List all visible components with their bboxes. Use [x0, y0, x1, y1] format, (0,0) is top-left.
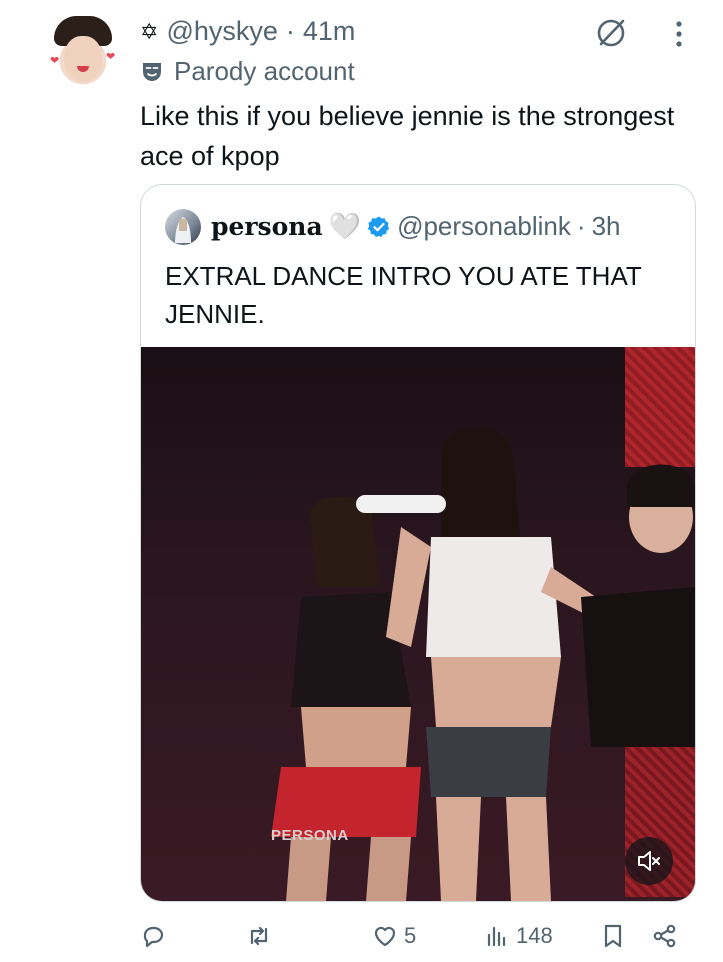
- parody-label: Parody account: [140, 56, 355, 87]
- mask-icon: [143, 62, 161, 81]
- quoted-author-name[interactable]: persona: [211, 212, 323, 241]
- quoted-time[interactable]: 3h: [592, 211, 621, 242]
- quoted-tweet[interactable]: persona 🤍 @personablink · 3h EXTRAL DANC…: [140, 184, 696, 902]
- star-symbol: ✡: [140, 18, 159, 44]
- quoted-tweet-text: EXTRAL DANCE INTRO YOU ATE THAT JENNIE.: [165, 261, 642, 329]
- grok-icon[interactable]: [594, 16, 628, 50]
- white-heart-emoji: 🤍: [328, 211, 362, 241]
- tweet-text: Like this if you believe jennie is the s…: [140, 101, 675, 171]
- heart-icon: [374, 926, 396, 947]
- views-icon: [487, 926, 506, 947]
- share-button[interactable]: [652, 916, 678, 956]
- like-button[interactable]: 5: [372, 916, 416, 956]
- author-handle[interactable]: @hyskye: [166, 16, 277, 47]
- quoted-separator: ·: [576, 211, 586, 241]
- video-watermark: PERSONA: [271, 827, 349, 844]
- view-count: 148: [516, 923, 553, 948]
- quoted-video[interactable]: PERSONA: [141, 347, 695, 901]
- reply-button[interactable]: [140, 916, 166, 956]
- like-count: 5: [404, 923, 417, 948]
- performers-image: [271, 427, 695, 901]
- quoted-header: persona 🤍 @personablink · 3h: [211, 211, 620, 242]
- quoted-author-handle[interactable]: @personablink: [397, 211, 571, 242]
- repost-button[interactable]: [246, 916, 272, 956]
- separator: ·: [285, 16, 295, 46]
- more-options-icon[interactable]: [668, 14, 690, 54]
- bookmark-button[interactable]: [600, 916, 626, 956]
- reply-icon: [143, 926, 164, 948]
- mute-icon: [638, 851, 660, 871]
- verified-badge-icon: [367, 216, 390, 237]
- tweet-actions: 5 148: [140, 916, 696, 956]
- repost-icon: [250, 926, 268, 946]
- author-avatar[interactable]: ❤ ❤: [44, 14, 122, 92]
- quoted-author-avatar[interactable]: [165, 209, 201, 245]
- tweet-header: ✡ @hyskye · 41m: [140, 16, 355, 47]
- parody-label-text: Parody account: [174, 56, 355, 86]
- tweet-time[interactable]: 41m: [303, 16, 356, 47]
- mute-button[interactable]: [625, 837, 673, 885]
- views-button[interactable]: 148: [484, 916, 553, 956]
- share-icon: [653, 924, 676, 948]
- bookmark-icon: [604, 924, 622, 948]
